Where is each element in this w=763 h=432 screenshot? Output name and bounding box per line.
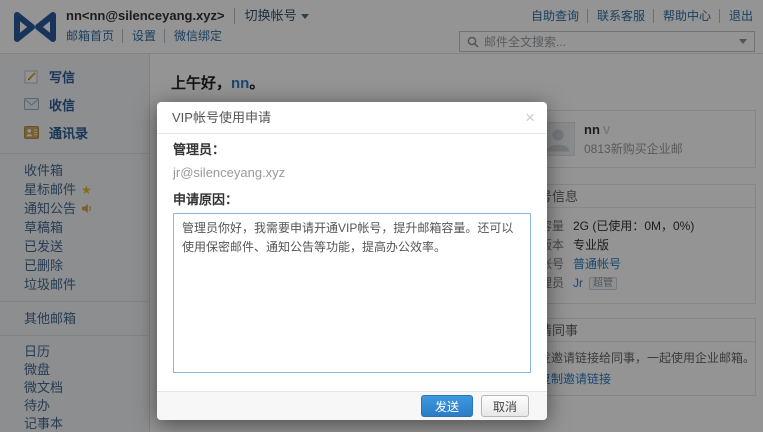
- exmail-app: nn<nn@silenceyang.xyz> 切换帐号 邮箱首页 设置 微信绑定 自助…: [0, 0, 763, 432]
- vip-request-dialog: VIP帐号使用申请 × 管理员： jr@silenceyang.xyz 申请原因…: [157, 102, 547, 420]
- reason-textarea[interactable]: 管理员你好，我需要申请开通VIP帐号，提升邮箱容量。还可以使用保密邮件、通知公告…: [173, 213, 531, 373]
- dialog-title: VIP帐号使用申请: [157, 102, 547, 134]
- reason-label: 申请原因：: [173, 192, 239, 207]
- close-icon[interactable]: ×: [525, 108, 535, 128]
- dialog-footer: 发送 取消: [157, 391, 547, 420]
- admin-label: 管理员：: [173, 142, 226, 157]
- send-button[interactable]: 发送: [420, 395, 473, 417]
- cancel-button[interactable]: 取消: [480, 395, 529, 417]
- admin-email: jr@silenceyang.xyz: [173, 165, 286, 180]
